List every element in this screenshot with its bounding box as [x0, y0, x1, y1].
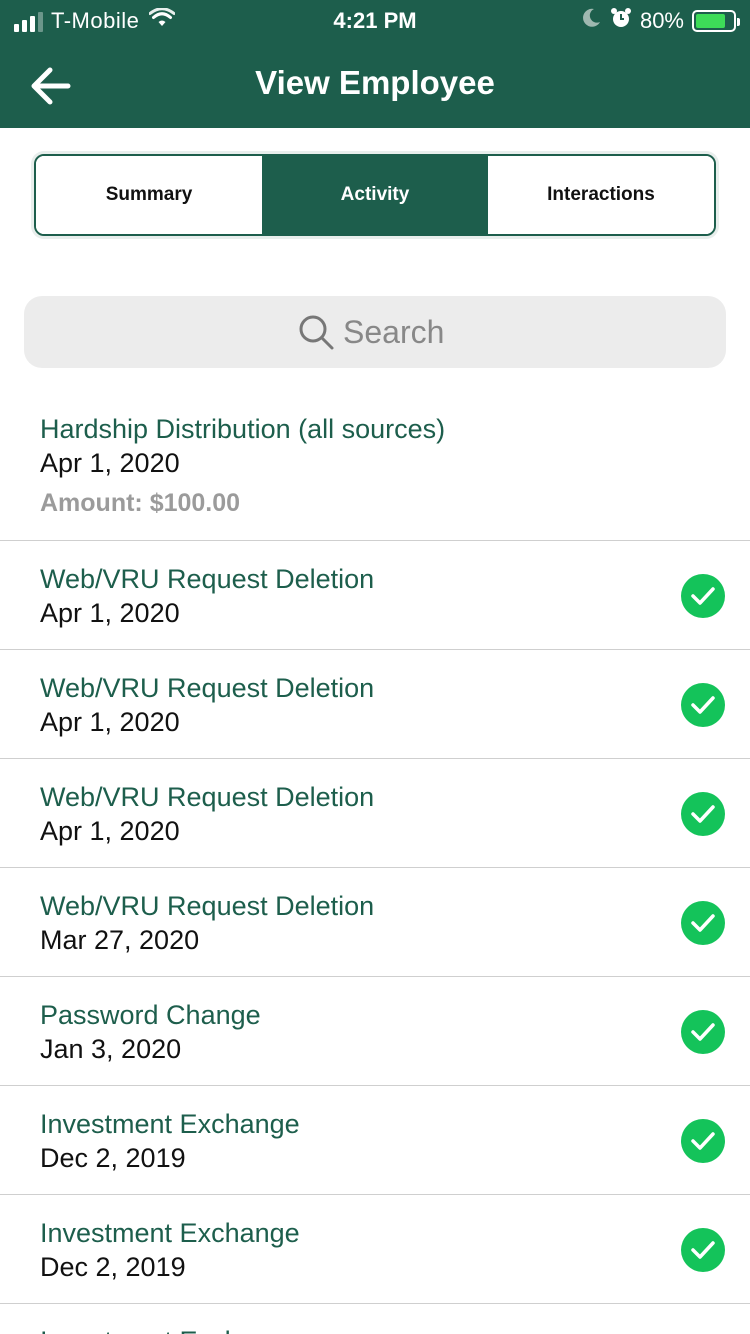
alarm-icon: [610, 7, 632, 35]
check-circle-icon: [681, 901, 725, 945]
activity-list: Hardship Distribution (all sources) Apr …: [0, 392, 750, 1334]
list-item[interactable]: Web/VRU Request Deletion Apr 1, 2020: [0, 541, 750, 650]
list-item[interactable]: Web/VRU Request Deletion Apr 1, 2020: [0, 759, 750, 868]
item-title: Web/VRU Request Deletion: [40, 564, 375, 594]
item-title: Password Change: [40, 1000, 261, 1030]
item-date: Apr 1, 2020: [40, 707, 180, 737]
item-date: Apr 1, 2020: [40, 598, 180, 628]
item-date: Apr 1, 2020: [40, 816, 180, 846]
battery-level: [696, 14, 725, 28]
item-date: Apr 1, 2020: [40, 448, 180, 478]
status-bar: T-Mobile 4:21 PM 80%: [0, 0, 750, 42]
tab-interactions[interactable]: Interactions: [488, 156, 714, 234]
item-amount: Amount: $100.00: [40, 489, 241, 517]
battery-icon: [692, 10, 740, 32]
segmented-tabs: Summary Activity Interactions: [34, 154, 716, 236]
item-title: Investment Exchange: [40, 1109, 300, 1139]
item-title: Web/VRU Request Deletion: [40, 782, 375, 812]
list-item[interactable]: Password Change Jan 3, 2020: [0, 977, 750, 1086]
check-circle-icon: [681, 1228, 725, 1272]
tab-activity[interactable]: Activity: [262, 156, 488, 234]
item-title: Investment Exchange: [40, 1218, 300, 1248]
status-right: 80%: [580, 7, 740, 35]
check-circle-icon: [681, 683, 725, 727]
search-bar[interactable]: [24, 296, 726, 368]
list-item[interactable]: Web/VRU Request Deletion Mar 27, 2020: [0, 868, 750, 977]
item-title: Web/VRU Request Deletion: [40, 891, 375, 921]
search-input[interactable]: [343, 313, 453, 351]
app-header: T-Mobile 4:21 PM 80% View Employee: [0, 0, 750, 128]
item-date: Dec 2, 2019: [40, 1252, 186, 1282]
list-item[interactable]: Investment Exchange Dec 2, 2019: [0, 1195, 750, 1304]
list-item[interactable]: Web/VRU Request Deletion Apr 1, 2020: [0, 650, 750, 759]
list-item[interactable]: Hardship Distribution (all sources) Apr …: [0, 392, 750, 541]
nav-bar: View Employee: [0, 42, 750, 128]
item-date: Dec 2, 2019: [40, 1143, 186, 1173]
battery-percent: 80%: [639, 8, 684, 33]
moon-icon: [580, 7, 602, 35]
item-title: Web/VRU Request Deletion: [40, 673, 375, 703]
item-title: Hardship Distribution (all sources): [40, 414, 446, 444]
item-date: Jan 3, 2020: [40, 1034, 182, 1064]
check-circle-icon: [681, 574, 725, 618]
item-date: Mar 27, 2020: [40, 925, 200, 955]
list-item[interactable]: Investment Exchange Dec 2, 2019: [0, 1086, 750, 1195]
check-circle-icon: [681, 1010, 725, 1054]
page-title: View Employee: [255, 64, 495, 101]
search-icon: [299, 315, 334, 350]
list-item[interactable]: Investment Exchange: [0, 1304, 750, 1334]
check-circle-icon: [681, 1119, 725, 1163]
item-title: Investment Exchange: [40, 1324, 750, 1334]
check-circle-icon: [681, 792, 725, 836]
tab-summary[interactable]: Summary: [36, 156, 262, 234]
